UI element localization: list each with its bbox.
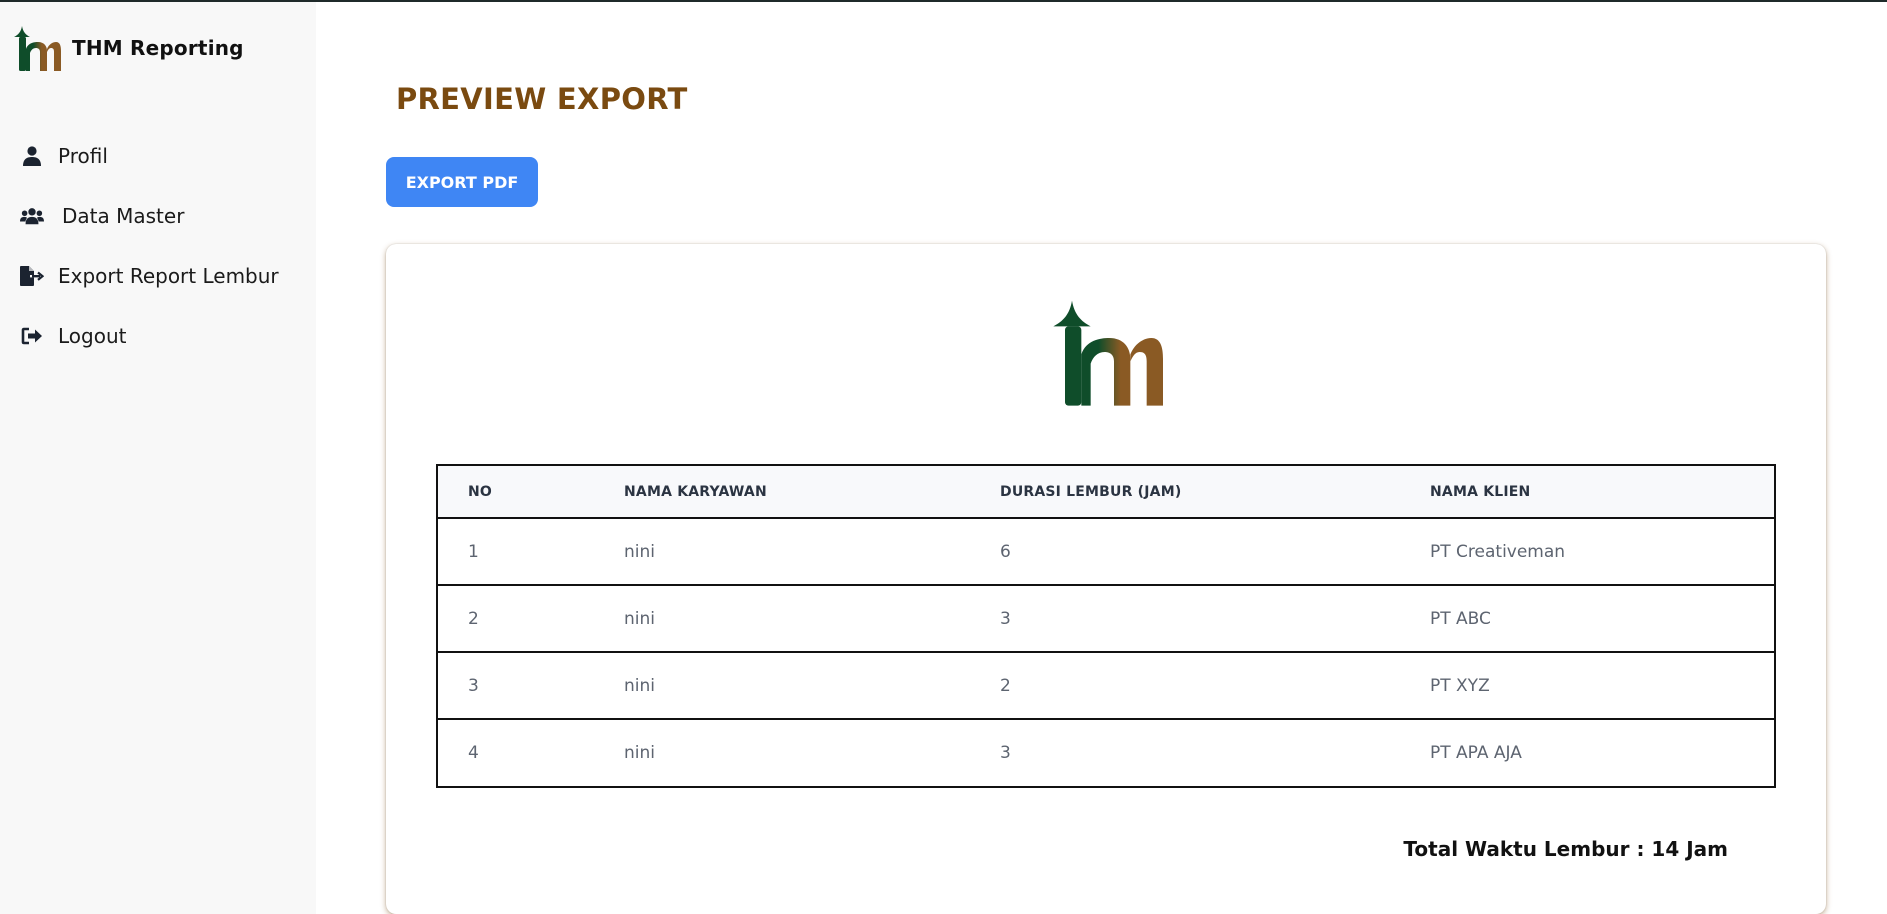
page-title: PREVIEW EXPORT [396, 82, 688, 116]
export-preview-card: NO NAMA KARYAWAN DURASI LEMBUR (JAM) NAM… [386, 244, 1826, 914]
sidebar: THM Reporting Profil Data Master Export … [0, 2, 316, 914]
logout-icon [20, 325, 44, 347]
cell-nama-karyawan: nini [624, 675, 655, 696]
cell-nama-karyawan: nini [624, 608, 655, 629]
cell-durasi-lembur: 3 [1000, 743, 1011, 763]
brand[interactable]: THM Reporting [12, 24, 244, 72]
users-icon [20, 205, 44, 227]
cell-nama-karyawan: nini [624, 541, 655, 562]
column-header-no: NO [468, 483, 493, 500]
lembur-table: NO NAMA KARYAWAN DURASI LEMBUR (JAM) NAM… [436, 464, 1776, 788]
cell-no: 4 [468, 743, 479, 763]
user-icon [20, 145, 44, 167]
sidebar-item-label: Export Report Lembur [58, 264, 279, 288]
cell-nama-klien: PT APA AJA [1430, 743, 1522, 763]
sidebar-nav: Profil Data Master Export Report Lembur … [0, 126, 316, 366]
table-row: 4 nini 3 PT APA AJA [438, 719, 1774, 786]
sidebar-item-export-report-lembur[interactable]: Export Report Lembur [0, 246, 316, 306]
main-content: PREVIEW EXPORT EXPORT PDF NO NAMA KARYAW… [316, 2, 1887, 914]
total-lembur: Total Waktu Lembur : 14 Jam [1403, 837, 1728, 861]
thm-logo [14, 26, 61, 71]
sidebar-item-data-master[interactable]: Data Master [0, 186, 316, 246]
cell-nama-klien: PT ABC [1430, 608, 1491, 629]
sidebar-item-logout[interactable]: Logout [0, 306, 316, 366]
cell-nama-klien: PT XYZ [1430, 675, 1490, 696]
sidebar-item-label: Logout [58, 324, 127, 348]
sidebar-item-label: Data Master [62, 204, 185, 228]
column-header-durasi-lembur: DURASI LEMBUR (JAM) [1000, 483, 1182, 500]
sidebar-item-label: Profil [58, 144, 108, 168]
cell-no: 3 [468, 675, 479, 696]
cell-no: 1 [468, 541, 479, 562]
column-header-nama-klien: NAMA KLIEN [1430, 483, 1531, 500]
cell-nama-karyawan: nini [624, 743, 655, 763]
cell-durasi-lembur: 2 [1000, 675, 1011, 696]
thm-logo [1053, 300, 1163, 406]
cell-durasi-lembur: 6 [1000, 541, 1011, 562]
table-row: 1 nini 6 PT Creativeman [438, 518, 1774, 585]
cell-nama-klien: PT Creativeman [1430, 541, 1566, 562]
column-header-nama-karyawan: NAMA KARYAWAN [624, 483, 767, 500]
table-row: 3 nini 2 PT XYZ [438, 652, 1774, 719]
brand-name: THM Reporting [72, 36, 244, 60]
table-header-row: NO NAMA KARYAWAN DURASI LEMBUR (JAM) NAM… [438, 466, 1774, 518]
file-export-icon [20, 265, 44, 287]
table-row: 2 nini 3 PT ABC [438, 585, 1774, 652]
export-pdf-button[interactable]: EXPORT PDF [386, 157, 538, 207]
cell-durasi-lembur: 3 [1000, 608, 1011, 629]
cell-no: 2 [468, 608, 479, 629]
sidebar-item-profil[interactable]: Profil [0, 126, 316, 186]
